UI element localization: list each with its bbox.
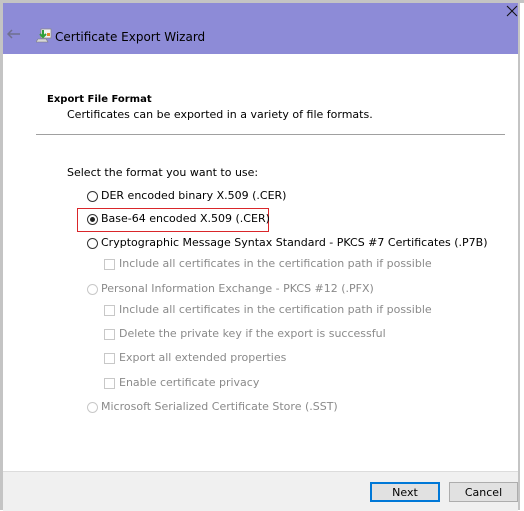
window-title: Certificate Export Wizard [55,30,206,44]
checkbox[interactable] [104,329,115,340]
radio-button[interactable] [87,238,98,249]
format-prompt: Select the format you want to use: [67,166,259,179]
certificate-wizard-icon [36,28,52,43]
title-bar: Certificate Export Wizard [3,3,518,54]
radio-label: Base-64 encoded X.509 (.CER) [101,212,270,225]
checkbox-label: Include all certificates in the certific… [119,257,432,270]
radio-label: DER encoded binary X.509 (.CER) [101,189,287,202]
checkbox[interactable] [104,378,115,389]
wizard-footer: Next Cancel [3,471,518,511]
header-separator [36,134,505,135]
checkbox-label: Delete the private key if the export is … [119,327,386,340]
radio-button[interactable] [87,284,98,295]
checkbox[interactable] [104,259,115,270]
cancel-button[interactable]: Cancel [449,482,518,502]
radio-button[interactable] [87,214,98,225]
checkbox-label: Include all certificates in the certific… [119,303,432,316]
window-frame-left [0,0,3,510]
radio-button[interactable] [87,191,98,202]
checkbox-label: Export all extended properties [119,351,287,364]
section-title: Export File Format [47,94,152,105]
checkbox[interactable] [104,305,115,316]
radio-label: Cryptographic Message Syntax Standard - … [101,236,488,249]
checkbox[interactable] [104,353,115,364]
checkbox-label: Enable certificate privacy [119,376,260,389]
next-button[interactable]: Next [370,482,440,502]
close-icon[interactable] [506,5,518,17]
window-frame-right [518,0,520,510]
back-arrow-icon[interactable] [7,29,21,39]
radio-label: Personal Information Exchange - PKCS #12… [101,282,374,295]
radio-label: Microsoft Serialized Certificate Store (… [101,400,338,413]
section-description: Certificates can be exported in a variet… [67,108,373,121]
radio-button[interactable] [87,402,98,413]
